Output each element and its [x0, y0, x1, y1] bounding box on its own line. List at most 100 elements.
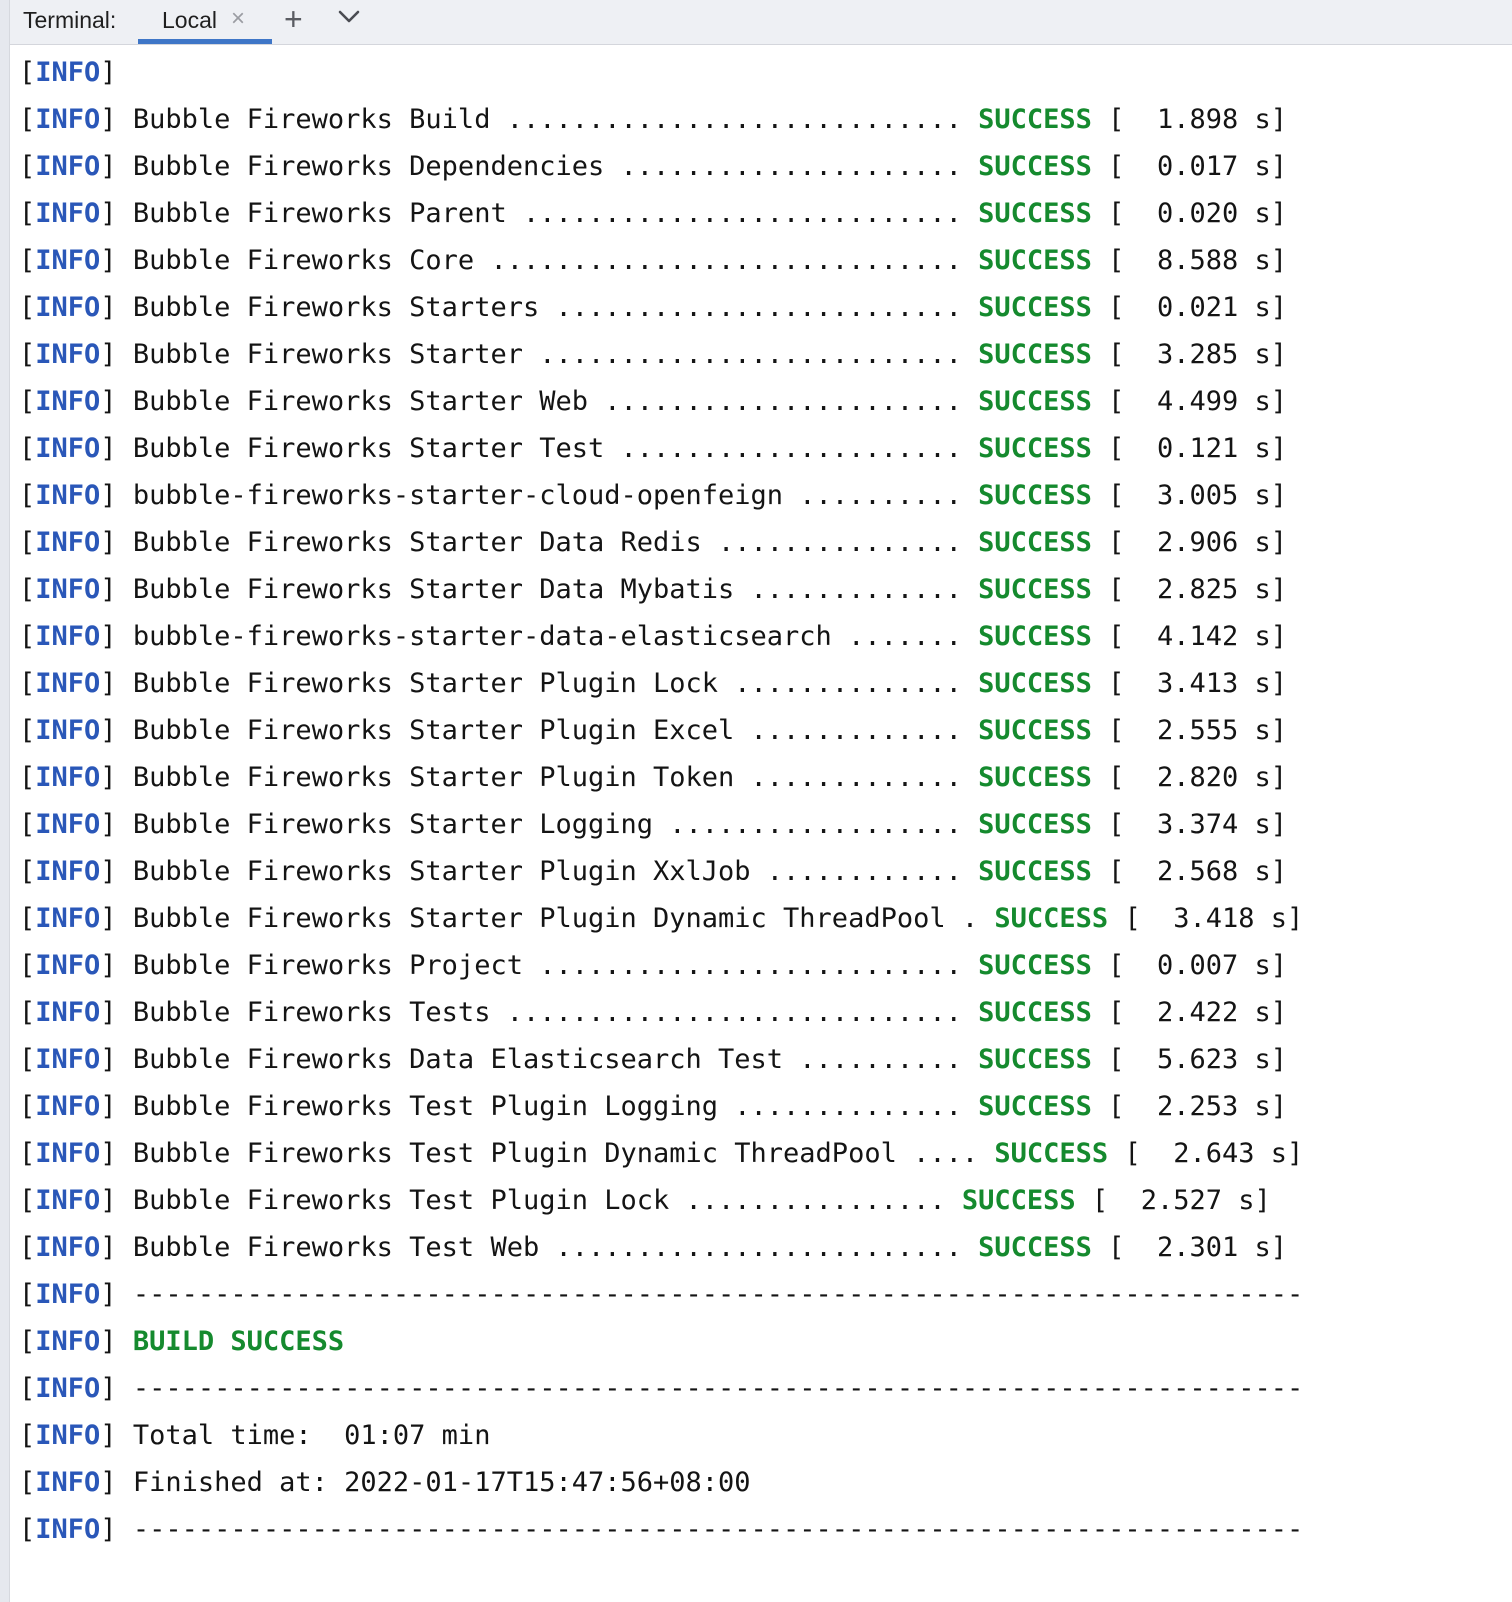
- module-name: Bubble Fireworks Starter Data Mybatis: [132, 574, 735, 605]
- status-success: SUCCESS: [978, 386, 1092, 417]
- status-success: SUCCESS: [978, 245, 1092, 276]
- status-success: SUCCESS: [978, 762, 1092, 793]
- module-name: Bubble Fireworks Core: [132, 245, 475, 276]
- module-time: 0.017 s: [1156, 151, 1271, 182]
- time-open: [: [1091, 762, 1157, 793]
- bracket-open: [: [19, 809, 36, 840]
- module-result-row: [INFO] Bubble Fireworks Starter Plugin L…: [19, 660, 1499, 707]
- info-label: INFO: [35, 1091, 101, 1122]
- close-icon[interactable]: ×: [231, 5, 245, 33]
- bracket-open: [: [19, 1326, 36, 1357]
- time-open: [: [1091, 809, 1157, 840]
- module-time: 8.588 s: [1156, 245, 1271, 276]
- module-time: 2.568 s: [1156, 856, 1271, 887]
- bracket-close: ]: [100, 1420, 117, 1451]
- info-label: INFO: [35, 1326, 101, 1357]
- time-open: [: [1091, 527, 1157, 558]
- dot-leader: .............: [734, 574, 979, 605]
- dot-leader: ......................: [587, 386, 979, 417]
- module-name: Bubble Fireworks Starter Plugin Lock: [132, 668, 719, 699]
- chevron-down-icon[interactable]: [338, 9, 360, 25]
- time-close: ]: [1270, 245, 1288, 276]
- bracket-close: ]: [100, 339, 117, 370]
- plus-icon[interactable]: +: [284, 2, 303, 36]
- bracket-close: ]: [100, 104, 117, 135]
- bracket-open: [: [19, 715, 36, 746]
- tab-active-indicator: [138, 39, 272, 44]
- time-open: [: [1108, 903, 1174, 934]
- module-name: Bubble Fireworks Starter Test: [132, 433, 605, 464]
- dot-leader: ................: [669, 1185, 962, 1216]
- time-close: ]: [1270, 715, 1288, 746]
- bracket-open: [: [19, 762, 36, 793]
- module-time: 0.021 s: [1156, 292, 1271, 323]
- bracket-close: ]: [100, 151, 117, 182]
- bracket-open: [: [19, 292, 36, 323]
- module-result-row: [INFO] Bubble Fireworks Starter ........…: [19, 331, 1499, 378]
- status-success: SUCCESS: [978, 339, 1092, 370]
- time-open: [: [1091, 856, 1157, 887]
- bracket-close: ]: [100, 1044, 117, 1075]
- bracket-open: [: [19, 1091, 36, 1122]
- time-open: [: [1075, 1185, 1141, 1216]
- time-close: ]: [1270, 104, 1288, 135]
- time-close: ]: [1270, 198, 1287, 229]
- info-label: INFO: [35, 574, 101, 605]
- module-time: 3.374 s: [1156, 809, 1271, 840]
- info-label: INFO: [35, 1044, 101, 1075]
- module-name: Bubble Fireworks Starter Plugin Token: [132, 762, 735, 793]
- dot-leader: .............................: [474, 245, 979, 276]
- module-result-row: [INFO] Bubble Fireworks Starter Logging …: [19, 801, 1499, 848]
- info-label: INFO: [35, 57, 101, 88]
- info-label: INFO: [35, 621, 101, 652]
- module-name: Bubble Fireworks Data Elasticsearch Test: [132, 1044, 784, 1075]
- bracket-open: [: [19, 1185, 36, 1216]
- time-open: [: [1091, 433, 1157, 464]
- left-gutter: [0, 0, 10, 1602]
- module-time: 2.301 s: [1156, 1232, 1271, 1263]
- terminal-tab-bar: Terminal: Local × +: [10, 0, 1512, 45]
- module-time: 2.820 s: [1156, 762, 1271, 793]
- time-close: ]: [1270, 151, 1287, 182]
- module-time: 2.825 s: [1156, 574, 1271, 605]
- time-close: ]: [1270, 997, 1288, 1028]
- dot-leader: .......: [831, 621, 979, 652]
- bracket-close: ]: [100, 1467, 117, 1498]
- terminal-output[interactable]: [INFO] [INFO] Bubble Fireworks Build ....…: [19, 49, 1499, 1553]
- dot-leader: ..............: [718, 668, 979, 699]
- dot-leader: .............: [734, 715, 979, 746]
- bracket-open: [: [19, 386, 36, 417]
- module-result-row: [INFO] Bubble Fireworks Test Web .......…: [19, 1224, 1499, 1271]
- bracket-open: [: [19, 950, 36, 981]
- tab-local[interactable]: Local ×: [138, 0, 272, 44]
- separator-line: [INFO] ---------------------------------…: [19, 1506, 1499, 1553]
- bracket-close: ]: [100, 809, 117, 840]
- bracket-open: [: [19, 574, 36, 605]
- status-success: SUCCESS: [978, 480, 1092, 511]
- separator-line: [INFO] ---------------------------------…: [19, 1365, 1499, 1412]
- bracket-close: ]: [100, 1091, 117, 1122]
- status-success: SUCCESS: [978, 997, 1092, 1028]
- time-open: [: [1091, 245, 1157, 276]
- status-success: SUCCESS: [978, 151, 1092, 182]
- bracket-open: [: [19, 104, 36, 135]
- module-time: 3.285 s: [1156, 339, 1271, 370]
- time-close: ]: [1270, 621, 1288, 652]
- time-close: ]: [1270, 1091, 1288, 1122]
- separator-line-text: ----------------------------------------…: [132, 1514, 1304, 1545]
- module-time: 3.418 s: [1173, 903, 1288, 934]
- time-close: ]: [1270, 1232, 1288, 1263]
